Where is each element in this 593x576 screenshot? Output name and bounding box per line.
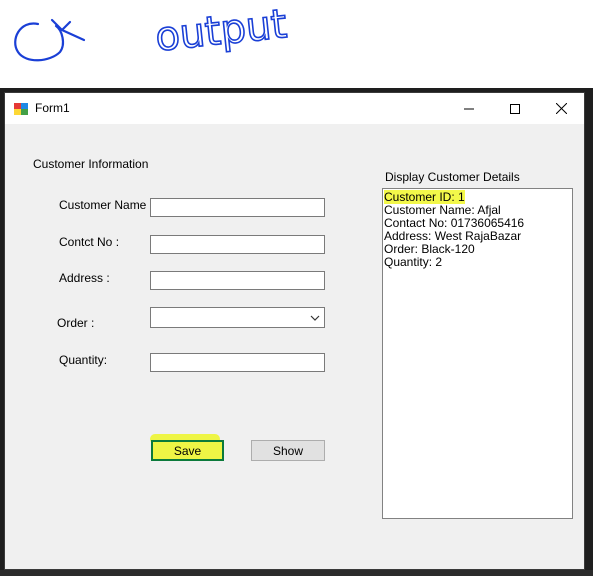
maximize-icon xyxy=(510,103,520,114)
quantity-input[interactable] xyxy=(150,353,325,372)
contact-no-input[interactable] xyxy=(150,235,325,254)
minimize-button[interactable] xyxy=(446,93,492,124)
customer-information-heading: Customer Information xyxy=(33,157,149,171)
background-strip xyxy=(585,88,593,576)
quantity-label: Quantity: xyxy=(59,353,108,367)
background-strip xyxy=(0,570,593,576)
customer-name-label: Customer Name : xyxy=(59,198,154,212)
minimize-icon xyxy=(464,108,474,109)
order-dropdown[interactable] xyxy=(150,307,325,328)
customer-name-input[interactable] xyxy=(150,198,325,217)
title-bar[interactable]: Form1 xyxy=(5,93,584,124)
address-input[interactable] xyxy=(150,271,325,290)
order-label: Order : xyxy=(57,316,95,330)
handwritten-output-annotation: output xyxy=(14,0,290,61)
save-button[interactable]: Save xyxy=(151,440,224,461)
form1-window: Form1 Customer Information Customer Name… xyxy=(4,92,585,570)
customer-details-textarea[interactable]: Customer ID: 1 Customer Name: Afjal Cont… xyxy=(382,188,573,519)
close-icon xyxy=(555,103,567,114)
screenshot-root: output Form1 Customer Information Custom… xyxy=(0,0,593,576)
address-label: Address : xyxy=(59,271,110,285)
maximize-button[interactable] xyxy=(492,93,538,124)
contact-no-label: Contct No : xyxy=(59,235,120,249)
app-form-icon xyxy=(14,103,28,115)
form-client-area: Customer Information Customer Name : Con… xyxy=(5,124,584,569)
close-button[interactable] xyxy=(538,93,584,124)
details-line-customer-id: Customer ID: 1 xyxy=(384,190,465,204)
chevron-down-icon xyxy=(310,315,320,321)
show-button[interactable]: Show xyxy=(251,440,325,461)
annotation-text: output xyxy=(153,1,289,61)
details-line-quantity: Quantity: 2 xyxy=(384,255,443,269)
window-title: Form1 xyxy=(35,101,70,115)
display-customer-details-label: Display Customer Details xyxy=(385,170,520,184)
